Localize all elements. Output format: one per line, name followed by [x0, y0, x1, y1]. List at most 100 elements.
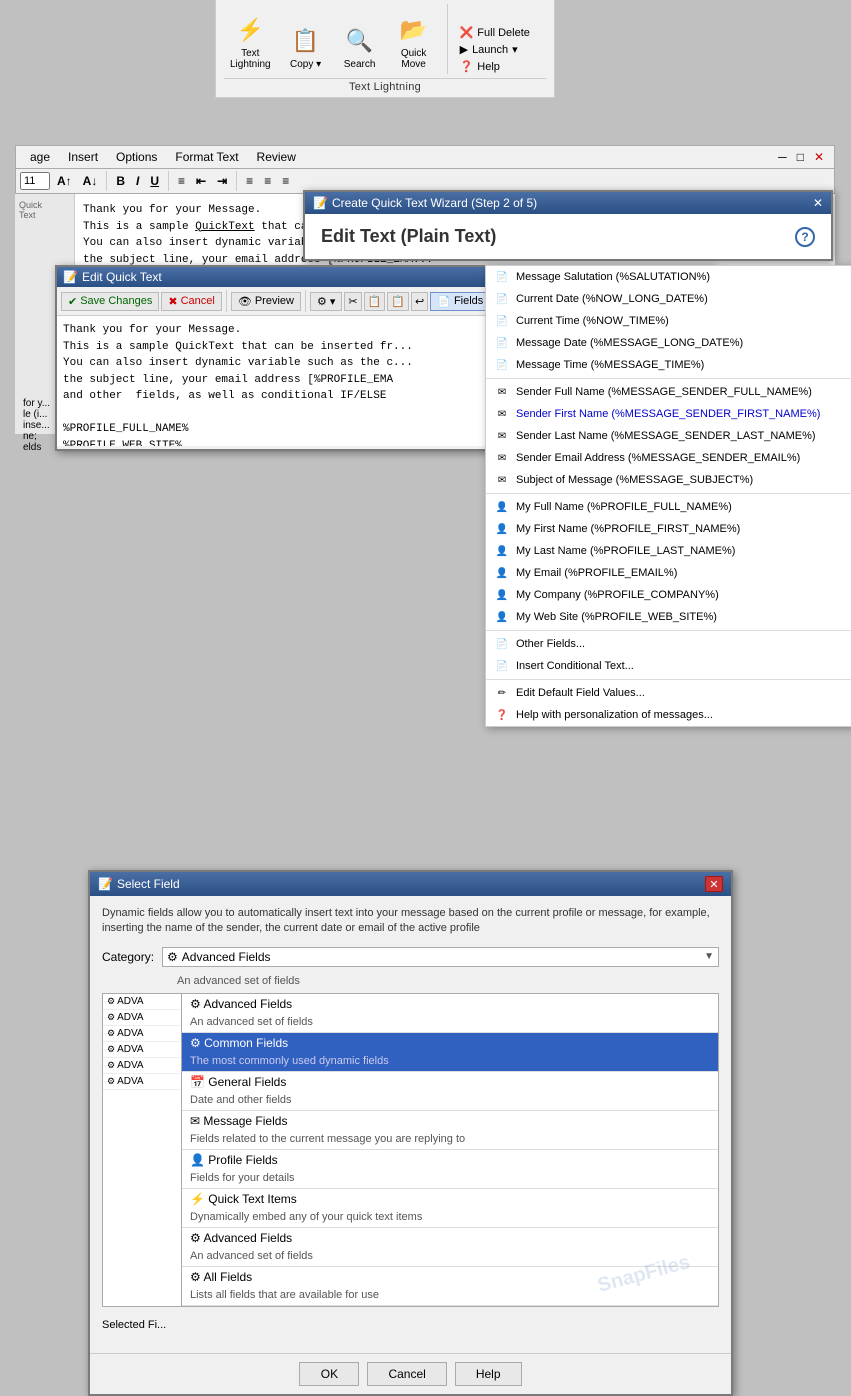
list-item[interactable]: ⚙ ADVA	[103, 1074, 181, 1090]
field-salutation[interactable]: 📄 Message Salutation (%SALUTATION%)	[486, 266, 851, 288]
list-item[interactable]: ⚙ ADVA	[103, 994, 181, 1010]
ribbon-right-group: ❌ Full Delete ▶ Launch ▾ ❓ Help	[456, 25, 534, 74]
sf-category-dropdown[interactable]: ⚙ Advanced Fields ▼	[162, 947, 719, 967]
wizard-help-btn[interactable]: ?	[795, 227, 815, 247]
other-fields-item[interactable]: 📄 Other Fields...	[486, 633, 851, 655]
save-label: Save Changes	[80, 295, 152, 307]
ribbon-btn-search[interactable]: 🔍 Search	[335, 19, 385, 74]
sf-list-left: ⚙ ADVA ⚙ ADVA ⚙ ADVA ⚙ ADVA ⚙ ADVA	[102, 993, 182, 1307]
cancel-button[interactable]: ✖ Cancel	[161, 292, 221, 311]
field-sender-fullname[interactable]: ✉ Sender Full Name (%MESSAGE_SENDER_FULL…	[486, 381, 851, 403]
window-close-icon[interactable]: ✕	[810, 148, 828, 166]
sf-cancel-button[interactable]: Cancel	[367, 1362, 446, 1386]
sf-title: Select Field	[117, 877, 180, 891]
menu-review[interactable]: Review	[249, 148, 304, 166]
copy-icon: 📋	[288, 23, 324, 59]
field-salutation-label: Message Salutation (%SALUTATION%)	[516, 271, 710, 283]
preview-button[interactable]: 👁 Preview	[231, 292, 301, 311]
toolbar-font-size-input[interactable]	[20, 172, 50, 190]
cut-btn[interactable]: ✂	[344, 292, 361, 311]
field-my-company[interactable]: 👤 My Company (%PROFILE_COMPANY%)	[486, 584, 851, 606]
field-my-lastname[interactable]: 👤 My Last Name (%PROFILE_LAST_NAME%)	[486, 540, 851, 562]
menu-options[interactable]: Options	[108, 148, 165, 166]
option-advanced-fields-top[interactable]: ⚙ Advanced Fields	[182, 994, 718, 1014]
wizard-heading-text: Edit Text (Plain Text)	[321, 226, 496, 247]
field-current-time[interactable]: 📄 Current Time (%NOW_TIME%)	[486, 310, 851, 332]
save-changes-button[interactable]: ✔ Save Changes	[61, 292, 159, 311]
list-item[interactable]: ⚙ ADVA	[103, 1026, 181, 1042]
undo-btn[interactable]: ↩	[411, 292, 428, 311]
menu-sage[interactable]: age	[22, 148, 58, 166]
option-common-fields[interactable]: ⚙ Common Fields	[182, 1033, 718, 1053]
toolbar-font-grow[interactable]: A↑	[53, 173, 76, 189]
ribbon-btn-text-lightning[interactable]: ⚡ TextLightning	[224, 8, 277, 74]
toolbar-align-right[interactable]: ≡	[278, 173, 293, 189]
option-label: Message Fields	[203, 1114, 287, 1128]
edit-defaults-item[interactable]: ✏ Edit Default Field Values...	[486, 682, 851, 704]
copy-btn[interactable]: 📋	[364, 292, 386, 311]
field-message-time-icon: 📄	[494, 358, 510, 372]
menu-insert[interactable]: Insert	[60, 148, 106, 166]
copy-label: Copy ▾	[290, 59, 321, 70]
option-quick-text-items[interactable]: ⚡ Quick Text Items	[182, 1189, 718, 1209]
search-label: Search	[344, 59, 376, 70]
field-my-email[interactable]: 👤 My Email (%PROFILE_EMAIL%)	[486, 562, 851, 584]
field-my-lastname-icon: 👤	[494, 544, 510, 558]
ribbon-launch[interactable]: ▶ Launch ▾	[456, 42, 534, 57]
field-my-website[interactable]: 👤 My Web Site (%PROFILE_WEB_SITE%)	[486, 606, 851, 628]
field-subject[interactable]: ✉ Subject of Message (%MESSAGE_SUBJECT%)	[486, 469, 851, 491]
toolbar-indent-increase[interactable]: ⇥	[213, 173, 231, 189]
other-fields-icon: 📄	[494, 637, 510, 651]
list-item[interactable]: ⚙ ADVA	[103, 1010, 181, 1026]
format-dropdown-btn[interactable]: ⚙ ▾	[310, 292, 342, 311]
option-advanced-fields-bottom[interactable]: ⚙ Advanced Fields	[182, 1228, 718, 1248]
list-item-label: ADVA	[117, 1060, 144, 1071]
field-sender-lastname[interactable]: ✉ Sender Last Name (%MESSAGE_SENDER_LAST…	[486, 425, 851, 447]
field-sender-firstname[interactable]: ✉ Sender First Name (%MESSAGE_SENDER_FIR…	[486, 403, 851, 425]
toolbar-font-shrink[interactable]: A↓	[79, 173, 102, 189]
ribbon-btn-copy[interactable]: 📋 Copy ▾	[281, 19, 331, 74]
ribbon-help[interactable]: ❓ Help	[456, 59, 534, 74]
paste-btn[interactable]: 📋	[387, 292, 409, 311]
list-item[interactable]: ⚙ ADVA	[103, 1042, 181, 1058]
option-profile-fields[interactable]: 👤 Profile Fields	[182, 1150, 718, 1170]
field-my-firstname[interactable]: 👤 My First Name (%PROFILE_FIRST_NAME%)	[486, 518, 851, 540]
toolbar-bold[interactable]: B	[112, 173, 129, 189]
insert-conditional-label: Insert Conditional Text...	[516, 660, 634, 672]
toolbar-bullets[interactable]: ≡	[174, 173, 189, 189]
option-message-fields[interactable]: ✉ Message Fields	[182, 1111, 718, 1131]
field-message-time[interactable]: 📄 Message Time (%MESSAGE_TIME%)	[486, 354, 851, 376]
wizard-title: Create Quick Text Wizard (Step 2 of 5)	[332, 196, 537, 210]
field-current-time-icon: 📄	[494, 314, 510, 328]
help-personalization-label: Help with personalization of messages...	[516, 709, 713, 721]
wizard-close-btn[interactable]: ✕	[813, 196, 823, 210]
toolbar-italic[interactable]: I	[132, 173, 143, 189]
sf-category-row: Category: ⚙ Advanced Fields ▼	[102, 947, 719, 967]
field-my-fullname[interactable]: 👤 My Full Name (%PROFILE_FULL_NAME%)	[486, 496, 851, 518]
window-maximize-icon[interactable]: □	[793, 148, 808, 166]
sf-ok-button[interactable]: OK	[299, 1362, 359, 1386]
full-delete-icon: ❌	[460, 26, 474, 39]
sf-close-btn[interactable]: ✕	[705, 876, 723, 892]
sf-help-button[interactable]: Help	[455, 1362, 522, 1386]
toolbar-align-left[interactable]: ≡	[242, 173, 257, 189]
toolbar-indent-decrease[interactable]: ⇤	[192, 173, 210, 189]
option-icon: 👤	[190, 1153, 205, 1167]
field-sender-email[interactable]: ✉ Sender Email Address (%MESSAGE_SENDER_…	[486, 447, 851, 469]
toolbar-align-center[interactable]: ≡	[260, 173, 275, 189]
fields-divider-4	[486, 679, 851, 680]
insert-conditional-item[interactable]: 📄 Insert Conditional Text...	[486, 655, 851, 677]
toolbar-underline[interactable]: U	[146, 173, 163, 189]
menu-format-text[interactable]: Format Text	[167, 148, 246, 166]
ribbon-btn-quick-move[interactable]: 📂 QuickMove	[389, 8, 439, 74]
option-general-fields[interactable]: 📅 General Fields	[182, 1072, 718, 1092]
ribbon-full-delete[interactable]: ❌ Full Delete	[456, 25, 534, 40]
field-message-date[interactable]: 📄 Message Date (%MESSAGE_LONG_DATE%)	[486, 332, 851, 354]
wizard-body: Edit Text (Plain Text) ?	[305, 214, 831, 259]
window-minimize-icon[interactable]: ─	[774, 148, 791, 166]
help-personalization-item[interactable]: ❓ Help with personalization of messages.…	[486, 704, 851, 726]
list-item[interactable]: ⚙ ADVA	[103, 1058, 181, 1074]
field-current-date[interactable]: 📄 Current Date (%NOW_LONG_DATE%)	[486, 288, 851, 310]
edit-defaults-label: Edit Default Field Values...	[516, 687, 645, 699]
sf-category-value: Advanced Fields	[182, 950, 271, 964]
